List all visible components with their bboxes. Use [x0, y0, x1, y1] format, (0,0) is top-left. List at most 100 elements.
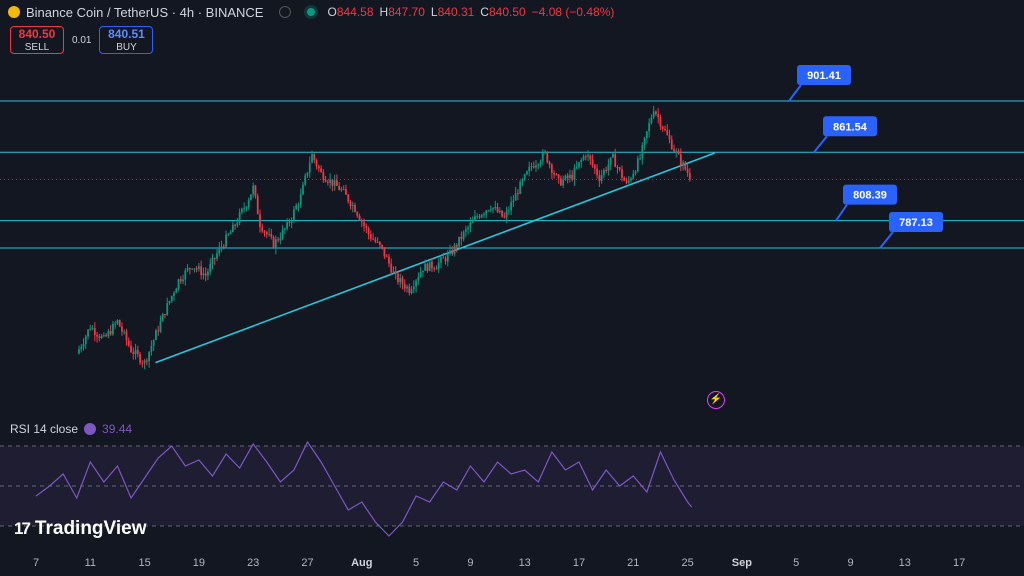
candle-body [650, 117, 653, 124]
candle-body [277, 239, 279, 241]
candle-body [374, 239, 377, 242]
symbol-title[interactable]: Binance Coin / TetherUS · 4h · BINANCE [26, 5, 263, 20]
candle-body [424, 263, 427, 271]
candle-body [345, 189, 347, 195]
price-chart[interactable]: 901.41 861.54 808.39 787.13 7 11 15 19 23 27 Aug 5 9… [0, 0, 1024, 576]
price-callout-label: 787.13 [899, 217, 933, 229]
candle-body [401, 277, 404, 285]
candle-body [557, 174, 560, 179]
candle-body [283, 228, 286, 230]
candle-body [105, 335, 108, 337]
rsi-settings-icon[interactable] [84, 423, 97, 435]
candle-body [587, 155, 589, 157]
candle-body [688, 172, 691, 180]
candle-body [247, 200, 250, 207]
candle-body [313, 154, 316, 161]
price-callout-label: 901.41 [807, 70, 841, 82]
candle-body [381, 244, 384, 248]
candle-body [268, 233, 270, 235]
lightning-icon[interactable]: ⚡ [707, 391, 725, 409]
candle-body [175, 288, 178, 294]
ohlc-close: C840.50 [480, 5, 526, 19]
candle-body [616, 166, 619, 168]
candle-body [661, 126, 664, 130]
candle-body [528, 166, 531, 172]
candle-body [569, 174, 571, 179]
candle-body [281, 229, 284, 239]
candle-body [324, 179, 327, 182]
candle-body [198, 266, 200, 269]
x-axis-tick-label: 9 [847, 557, 853, 569]
candle-body [600, 175, 603, 182]
candle-body [155, 330, 157, 341]
market-status-icon[interactable] [279, 6, 292, 18]
candle-body [84, 336, 87, 344]
sell-label: SELL [24, 42, 50, 53]
candle-body [329, 179, 332, 183]
candle-body [517, 193, 519, 195]
spread-value: 0.01 [72, 34, 92, 46]
candle-body [107, 331, 110, 337]
candle-body [406, 286, 408, 289]
callout-pointer [879, 231, 894, 249]
candle-body [652, 111, 655, 118]
candle-body [664, 129, 666, 131]
candle-body [354, 204, 356, 212]
x-axis-tick-label: 5 [413, 557, 419, 569]
callout-pointer [835, 204, 848, 222]
candle-body [684, 162, 687, 170]
candle-body [632, 173, 635, 179]
candle-body [234, 224, 236, 226]
candle-body [598, 175, 601, 182]
candle-body [114, 323, 117, 325]
x-axis-tick-label: 15 [138, 557, 150, 569]
candle-body [93, 328, 96, 335]
candle-body [388, 256, 390, 264]
candle-body [245, 206, 248, 209]
logo-text: TradingView [34, 518, 147, 539]
candle-body [227, 234, 230, 236]
candle-body [489, 209, 492, 211]
candle-body [474, 216, 476, 221]
candle-body [143, 360, 146, 364]
candle-body [349, 201, 352, 207]
candle-body [342, 189, 345, 191]
candle-body [467, 227, 470, 230]
candle-body [550, 164, 553, 173]
candle-body [250, 194, 252, 201]
candle-body [134, 349, 137, 354]
candle-body [469, 222, 472, 228]
candle-body [575, 166, 578, 169]
candle-body [145, 360, 148, 362]
candle-body [336, 180, 338, 186]
callout-pointer [788, 84, 802, 102]
candle-body [596, 168, 598, 176]
candle-body [182, 279, 184, 282]
trade-panel: 840.50 SELL 0.01 840.51 BUY [10, 26, 154, 54]
candle-body [331, 179, 334, 186]
rsi-legend[interactable]: RSI 14 close 39.44 [10, 422, 132, 436]
candle-body [252, 185, 255, 195]
candle-body [426, 263, 429, 271]
candle-body [415, 280, 417, 287]
x-axis-tick-label: 13 [519, 557, 531, 569]
candle-body [634, 171, 637, 174]
candle-body [399, 277, 402, 283]
candle-body [521, 179, 524, 182]
candle-body [478, 216, 481, 218]
candle-body [686, 169, 689, 173]
candle-body [161, 313, 164, 322]
sell-button[interactable]: 840.50 SELL [10, 26, 64, 54]
candle-body [157, 330, 160, 332]
buy-button[interactable]: 840.51 BUY [99, 26, 154, 54]
x-axis-tick-label: 9 [467, 557, 473, 569]
x-axis-tick-label: 5 [793, 557, 799, 569]
candle-body [553, 172, 556, 175]
candle-body [127, 340, 130, 346]
candle-body [408, 286, 411, 294]
x-axis-tick-label: Sep [732, 557, 752, 569]
candle-body [666, 130, 669, 135]
candle-body [609, 157, 612, 165]
candle-body [458, 236, 460, 247]
candle-body [621, 169, 623, 179]
